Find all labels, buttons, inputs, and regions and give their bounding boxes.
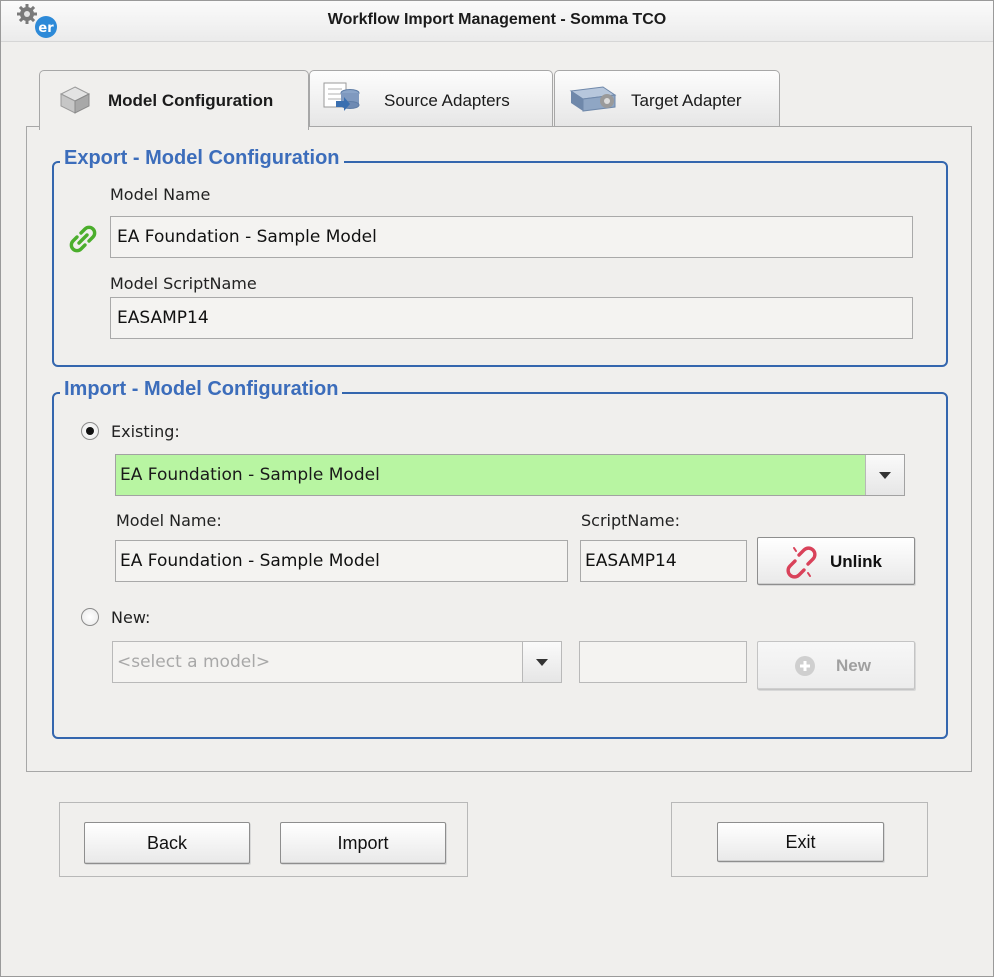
import-scriptname-field[interactable]: EASAMP14	[580, 540, 747, 582]
existing-model-select[interactable]: EA Foundation - Sample Model	[115, 454, 905, 496]
main-window: er Workflow Import Management - Somma TC…	[0, 0, 994, 977]
import-model-name-field[interactable]: EA Foundation - Sample Model	[115, 540, 568, 582]
export-model-configuration-group: Export - Model Configuration Model Name …	[52, 147, 948, 367]
back-button[interactable]: Back	[84, 822, 250, 864]
cube-icon	[59, 86, 91, 114]
tab-label: Target Adapter	[631, 91, 742, 110]
exit-button[interactable]: Exit	[717, 822, 884, 862]
database-icon	[323, 82, 360, 111]
unlink-button-label: Unlink	[830, 552, 882, 571]
tab-source-adapters[interactable]: Source Adapters	[309, 70, 553, 126]
import-model-name-label: Model Name:	[116, 511, 222, 530]
new-button[interactable]: New	[757, 641, 915, 690]
unlink-button[interactable]: Unlink	[757, 537, 915, 585]
import-scriptname-label: ScriptName:	[581, 511, 680, 530]
tab-target-adapter[interactable]: Target Adapter	[554, 70, 780, 126]
tab-label: Source Adapters	[384, 91, 510, 110]
new-model-select[interactable]: <select a model>	[112, 641, 562, 683]
import-model-configuration-group: Import - Model Configuration Existing: E…	[52, 378, 948, 739]
existing-label: Existing:	[111, 422, 180, 441]
chevron-down-icon[interactable]	[522, 642, 561, 682]
existing-radio[interactable]	[81, 422, 99, 440]
export-model-name-field[interactable]: EA Foundation - Sample Model	[110, 216, 913, 258]
model-name-label: Model Name	[110, 185, 211, 204]
exit-button-group: Exit	[671, 802, 928, 877]
model-scriptname-label: Model ScriptName	[110, 274, 257, 293]
existing-model-select-value: EA Foundation - Sample Model	[120, 465, 380, 485]
model-configuration-panel: Export - Model Configuration Model Name …	[26, 126, 972, 772]
new-scriptname-field[interactable]	[579, 641, 747, 683]
new-radio[interactable]	[81, 608, 99, 626]
title-bar: er Workflow Import Management - Somma TC…	[1, 1, 993, 42]
import-button[interactable]: Import	[280, 822, 446, 864]
export-group-legend: Export - Model Configuration	[60, 147, 344, 170]
network-adapter-icon	[569, 86, 617, 112]
navigation-button-group: Back Import	[59, 802, 468, 877]
new-label: New:	[111, 608, 151, 627]
export-model-scriptname-field[interactable]: EASAMP14	[110, 297, 913, 339]
import-group-legend: Import - Model Configuration	[60, 378, 343, 401]
chevron-down-icon[interactable]	[865, 455, 904, 495]
broken-link-icon	[786, 546, 817, 579]
tab-model-configuration[interactable]: Model Configuration	[39, 70, 309, 130]
add-circle-icon	[795, 656, 815, 676]
link-icon	[69, 225, 97, 253]
new-model-select-placeholder: <select a model>	[117, 652, 271, 672]
window-title: Workflow Import Management - Somma TCO	[327, 11, 667, 28]
new-button-label: New	[836, 656, 871, 675]
tab-label: Model Configuration	[108, 91, 274, 110]
